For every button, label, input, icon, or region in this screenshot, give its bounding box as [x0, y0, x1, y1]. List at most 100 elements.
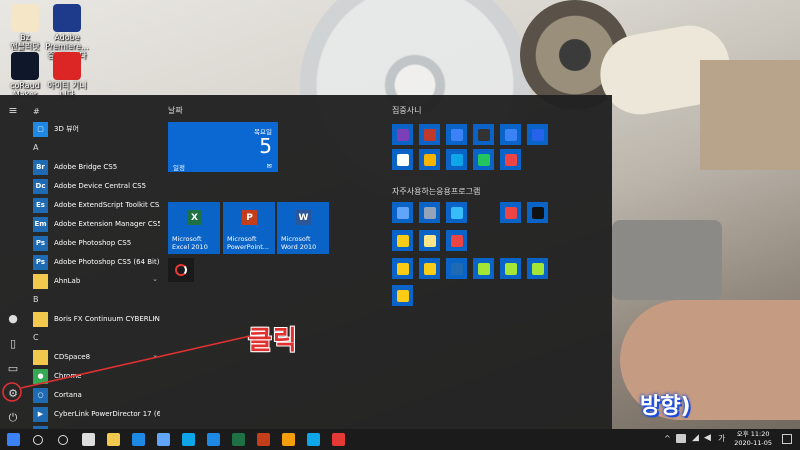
- desktop-icon-image: [11, 52, 39, 80]
- battery-icon[interactable]: [676, 434, 686, 443]
- small-app-tile[interactable]: [419, 124, 440, 145]
- app-list-item[interactable]: Ps Adobe Photoshop CS5: [33, 234, 160, 252]
- small-app-tile[interactable]: [446, 124, 467, 145]
- circle-app-tile[interactable]: [168, 258, 194, 282]
- desktop-icon[interactable]: Bz 앤블러닷: [2, 4, 48, 51]
- desktop-icon-image: [11, 4, 39, 32]
- search-taskbar-button[interactable]: [25, 429, 51, 450]
- paint-taskbar-button[interactable]: [150, 429, 176, 450]
- screen-icon: [306, 433, 320, 446]
- office-tile-label: Microsoft Word 2010: [281, 235, 317, 251]
- ie-icon: [131, 433, 145, 446]
- small-app-tile[interactable]: [446, 258, 467, 279]
- network-icon[interactable]: ◢: [692, 433, 699, 443]
- office-tile[interactable]: W Microsoft Word 2010: [277, 202, 329, 254]
- app-list-item[interactable]: Br Adobe Bridge CS5: [33, 158, 160, 176]
- small-app-tile[interactable]: [500, 202, 521, 223]
- store-taskbar-button[interactable]: [100, 429, 126, 450]
- small-app-tile[interactable]: [446, 149, 467, 170]
- small-app-tile[interactable]: [527, 124, 548, 145]
- small-app-tile[interactable]: [419, 149, 440, 170]
- app-list-item[interactable]: Em Adobe Extension Manager CS5: [33, 215, 160, 233]
- app-tile-icon: [396, 262, 409, 275]
- small-app-tile[interactable]: [392, 149, 413, 170]
- small-app-tile[interactable]: [473, 258, 494, 279]
- app-icon: Es: [33, 197, 48, 213]
- edge-taskbar-button[interactable]: [175, 429, 201, 450]
- app-tile-icon: [396, 153, 409, 166]
- notification-icon[interactable]: [782, 434, 792, 444]
- app-label: Boris FX Continuum CYBERLINK: [54, 315, 160, 323]
- small-app-tile[interactable]: [419, 202, 440, 223]
- wallpaper-machine: [612, 220, 722, 300]
- windows-taskbar-button[interactable]: [0, 429, 26, 450]
- desktop-icon[interactable]: coRaud Maker: [2, 52, 48, 99]
- menu-icon[interactable]: ≡: [0, 99, 26, 121]
- small-app-tile[interactable]: [392, 285, 413, 306]
- small-app-tile[interactable]: [500, 258, 521, 279]
- app-folder-item[interactable]: CDSpace8 ⌄: [33, 348, 160, 366]
- app-tile-icon: [423, 262, 436, 275]
- app-list-item[interactable]: Dc Adobe Device Central CS5: [33, 177, 160, 195]
- ie-taskbar-button[interactable]: [125, 429, 151, 450]
- small-app-tile[interactable]: [473, 124, 494, 145]
- small-app-tile[interactable]: [446, 202, 467, 223]
- windows-icon: [6, 433, 20, 446]
- record-taskbar-button[interactable]: [325, 429, 351, 450]
- small-app-tile[interactable]: [392, 124, 413, 145]
- app-tile-icon: [396, 128, 409, 141]
- small-app-tile[interactable]: [392, 202, 413, 223]
- taskbar-clock[interactable]: 오후 11:20 2020-11-05: [734, 430, 772, 448]
- task-view-icon: [81, 433, 95, 446]
- small-app-tile[interactable]: [392, 230, 413, 251]
- small-app-tile[interactable]: [500, 124, 521, 145]
- app-list-item[interactable]: Es Adobe ExtendScript Toolkit CS5: [33, 196, 160, 214]
- cortana-taskbar-button[interactable]: [50, 429, 76, 450]
- app-list-item[interactable]: ▶ CyberLink PowerDirector 17 (64-bit): [33, 405, 160, 423]
- small-app-tile[interactable]: [500, 149, 521, 170]
- user-icon[interactable]: ●: [0, 307, 26, 329]
- office-tile-label: Microsoft Excel 2010: [172, 235, 208, 251]
- record-icon: [331, 433, 345, 446]
- excel-taskbar-button[interactable]: [225, 429, 251, 450]
- small-app-tile[interactable]: [419, 230, 440, 251]
- volume-icon[interactable]: ◀: [704, 433, 711, 443]
- annotation-click-label: 클릭: [248, 326, 298, 356]
- photo-taskbar-button[interactable]: [275, 429, 301, 450]
- chevron-down-icon: ⌄: [152, 275, 158, 283]
- screen-taskbar-button[interactable]: [300, 429, 326, 450]
- small-app-tile[interactable]: [527, 202, 548, 223]
- app-icon: ▶: [33, 406, 48, 422]
- app-list-item[interactable]: ▢ 3D 뷰어: [33, 120, 160, 138]
- small-app-tile[interactable]: [392, 258, 413, 279]
- app-label: Adobe Bridge CS5: [54, 163, 118, 171]
- pictures-icon[interactable]: ▭: [0, 357, 26, 379]
- app-folder-item[interactable]: AhnLab ⌄: [33, 272, 160, 290]
- office-tile[interactable]: X Microsoft Excel 2010: [168, 202, 220, 254]
- pptx-taskbar-button[interactable]: [250, 429, 276, 450]
- ie-taskbar-button[interactable]: [200, 429, 226, 450]
- tray-arrow-icon[interactable]: ^: [664, 434, 671, 443]
- app-list-item[interactable]: Ps Adobe Photoshop CS5 (64 Bit): [33, 253, 160, 271]
- app-folder-item[interactable]: Boris FX Continuum CYBERLINK ⌄: [33, 310, 160, 328]
- desktop-icon[interactable]: 아이티 기니 니다: [44, 52, 90, 99]
- ime-icon[interactable]: 가: [718, 433, 725, 444]
- small-app-tile[interactable]: [527, 258, 548, 279]
- settings-icon[interactable]: ⚙: [0, 382, 26, 404]
- task-view-taskbar-button[interactable]: [75, 429, 101, 450]
- app-tile-icon: [450, 153, 463, 166]
- taskbar: ^ ◢ ◀ 가 오후 11:20 2020-11-05: [0, 429, 800, 450]
- office-tile[interactable]: P Microsoft PowerPoint...: [223, 202, 275, 254]
- calendar-mail-icon: ✉: [266, 162, 272, 170]
- power-icon[interactable]: ⏻: [0, 407, 26, 429]
- small-app-tile[interactable]: [473, 149, 494, 170]
- small-app-tile[interactable]: [419, 258, 440, 279]
- app-tile-icon: [423, 234, 436, 247]
- app-icon: Ps: [33, 254, 48, 270]
- desktop-icon-image: [53, 4, 81, 32]
- small-app-tile[interactable]: [446, 230, 467, 251]
- app-list-item[interactable]: ● Chrome: [33, 367, 160, 385]
- calendar-tile[interactable]: 목요일 5 일정 ✉: [168, 122, 278, 172]
- document-icon[interactable]: ▯: [0, 332, 26, 354]
- app-list-item[interactable]: ○ Cortana: [33, 386, 160, 404]
